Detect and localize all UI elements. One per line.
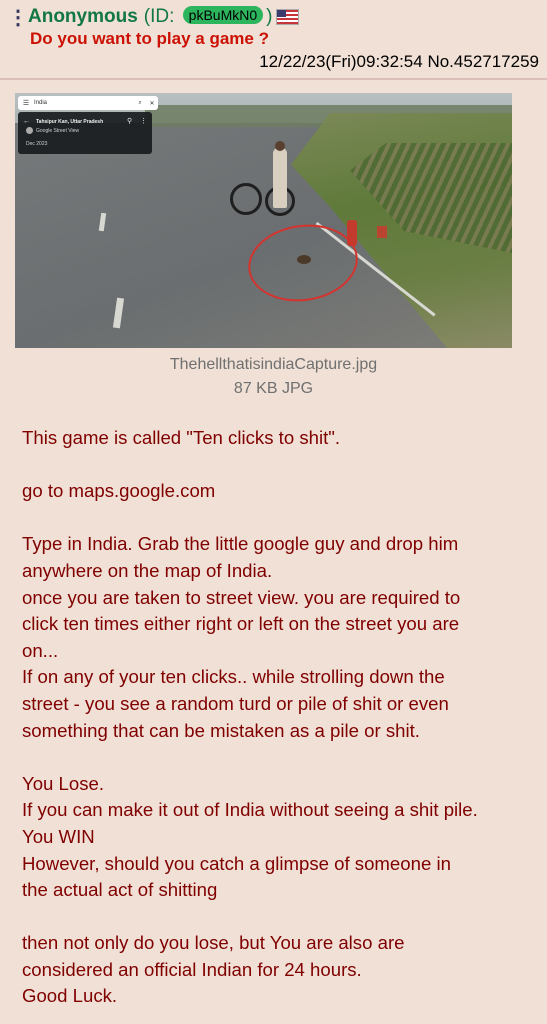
attachment-image[interactable]: ☰ India ⌕ ✕ ← Tahsipur Kan, Uttar Prades… (15, 93, 512, 348)
body-line: something that can be mistaken as a pile… (22, 719, 420, 741)
person-with-bicycle (273, 148, 287, 208)
source-avatar-icon (26, 127, 33, 134)
body-line: considered an official Indian for 24 hou… (22, 958, 362, 980)
post-datetime: 12/22/23(Fri)09:32:54 (259, 52, 423, 71)
body-line: This game is called "Ten clicks to shit"… (22, 427, 341, 448)
bicycle-wheel (230, 183, 262, 215)
us-flag-icon (276, 9, 300, 25)
post-subject: Do you want to play a game ? (30, 29, 269, 48)
back-arrow-icon: ← (23, 118, 30, 125)
post-menu-icon[interactable]: ⋮ (8, 5, 28, 30)
menu-icon: ☰ (22, 100, 30, 107)
imagery-source: Google Street View (36, 128, 79, 134)
more-icon: ⋮ (140, 118, 147, 125)
maps-search-bar: ☰ India ⌕ ✕ (18, 96, 158, 110)
search-icon: ⌕ (138, 99, 142, 106)
body-line: once you are taken to street view. you a… (22, 586, 461, 608)
id-prefix: (ID: (143, 6, 175, 27)
id-suffix: ) (266, 6, 273, 27)
poster-id-badge[interactable]: pkBuMkN0 (182, 6, 264, 24)
location-title: Tahsipur Kan, Uttar Pradesh (36, 119, 104, 125)
post-info-row: ⋮ Anonymous (ID: pkBuMkN0) (8, 4, 300, 30)
body-line: click ten times either right or left on … (22, 613, 460, 635)
close-icon: ✕ (149, 100, 155, 107)
person-head (275, 141, 285, 151)
red-object (377, 226, 387, 238)
body-line: street - you see a random turd or pile o… (22, 692, 449, 714)
body-line: go to maps.google.com (22, 480, 216, 502)
body-line: the actual act of shitting (22, 879, 218, 901)
poster-name: Anonymous (28, 6, 138, 27)
attachment-filename[interactable]: ThehellthatisindiaCapture.jpg (0, 356, 547, 374)
post-datetime-number: 12/22/23(Fri)09:32:54 No.452717259 (259, 52, 539, 72)
post-number-link[interactable]: No.452717259 (427, 52, 539, 71)
poster-id-wrapper: (ID: pkBuMkN0) (143, 6, 273, 28)
pin-icon: ⚲ (127, 118, 133, 125)
post-body: This game is called "Ten clicks to shit"… (22, 425, 532, 1010)
body-line: anywhere on the map of India. (22, 559, 273, 581)
street-view-info-panel: ← Tahsipur Kan, Uttar Pradesh ⚲ ⋮ Google… (18, 112, 152, 154)
body-line: Good Luck. (22, 985, 118, 1007)
search-text: India (34, 100, 48, 106)
body-line: If you can make it out of India without … (22, 799, 478, 821)
body-line: If on any of your ten clicks.. while str… (22, 666, 445, 688)
body-line: Type in India. Grab the little google gu… (22, 533, 459, 555)
body-line: You WIN (22, 825, 95, 847)
header-divider (0, 78, 547, 80)
imagery-date: Dec 2023 (26, 141, 48, 147)
body-line: You Lose. (22, 772, 105, 794)
attachment-filesize: 87 KB JPG (233, 380, 314, 397)
body-line: However, should you catch a glimpse of s… (22, 852, 451, 874)
body-line: then not only do you lose, but You are a… (22, 932, 405, 954)
body-line: on... (22, 639, 59, 661)
